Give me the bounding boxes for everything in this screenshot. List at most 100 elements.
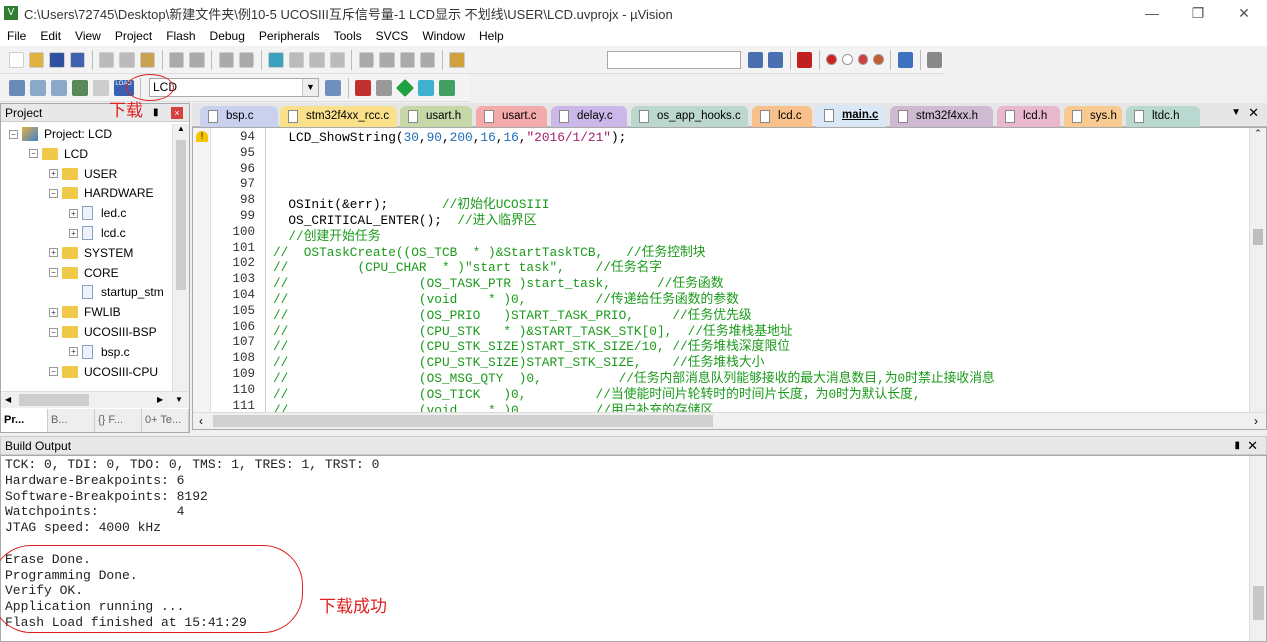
project-horizontal-scrollbar[interactable]: ◀ ▶ ▼ — [1, 391, 189, 408]
expand-icon[interactable]: + — [69, 347, 78, 357]
configure-icon[interactable] — [927, 51, 943, 68]
uncomment-icon[interactable] — [420, 51, 436, 68]
save-all-icon[interactable] — [69, 51, 85, 68]
select-packs-icon[interactable] — [376, 79, 392, 96]
collapse-icon[interactable]: − — [49, 188, 58, 198]
panel-tab-functions[interactable]: {} F... — [95, 409, 142, 432]
menu-peripherals[interactable]: Peripherals — [252, 29, 327, 43]
manage-project-icon[interactable] — [355, 79, 371, 96]
pin-icon[interactable]: ▮ — [153, 104, 159, 122]
panel-tab-templates[interactable]: 0+ Te... — [142, 409, 189, 432]
pin-icon[interactable]: ▮ — [1234, 437, 1240, 455]
pack-installer-icon[interactable] — [395, 78, 415, 97]
manage-rte-icon[interactable] — [418, 79, 434, 96]
tree-item[interactable]: + led.c — [69, 204, 126, 222]
tree-item[interactable]: − Project: LCD — [9, 125, 112, 143]
incremental-find-icon[interactable] — [767, 51, 784, 68]
editor-horizontal-scrollbar[interactable]: ‹ › — [193, 412, 1266, 429]
tab-usart-c[interactable]: usart.c — [476, 106, 547, 127]
scroll-thumb[interactable] — [19, 394, 89, 406]
menu-view[interactable]: View — [68, 29, 108, 43]
kill-breakpoints-icon[interactable] — [873, 54, 884, 65]
build-icon[interactable] — [29, 79, 46, 96]
navigate-forward-icon[interactable] — [239, 51, 255, 68]
menu-edit[interactable]: Edit — [33, 29, 68, 43]
menu-window[interactable]: Window — [415, 29, 472, 43]
tree-item[interactable]: startup_stm — [69, 283, 164, 301]
menu-project[interactable]: Project — [108, 29, 159, 43]
find-in-files-icon[interactable] — [449, 51, 465, 68]
tab-usart-h[interactable]: usart.h — [400, 106, 472, 127]
scroll-left-icon[interactable]: ◀ — [5, 395, 11, 404]
prev-bookmark-icon[interactable] — [288, 51, 305, 68]
next-bookmark-icon[interactable] — [309, 51, 325, 68]
collapse-icon[interactable]: − — [49, 268, 58, 278]
tree-item[interactable]: − UCOSIII-CPU — [49, 363, 158, 381]
tab-main-c[interactable]: main.c — [816, 105, 886, 127]
chevron-down-icon[interactable]: ▼ — [302, 79, 318, 96]
translate-icon[interactable] — [8, 79, 25, 96]
tab-stm32f4xx_rcc-c[interactable]: stm32f4xx_rcc.c — [280, 106, 397, 127]
collapse-icon[interactable]: − — [49, 367, 58, 377]
target-select[interactable]: LCD ▼ — [149, 78, 319, 97]
editor-vertical-scrollbar[interactable]: ⌃ — [1249, 128, 1266, 413]
expand-icon[interactable]: + — [69, 208, 78, 218]
window-layout-icon[interactable] — [897, 51, 914, 68]
comment-icon[interactable] — [399, 51, 416, 68]
redo-icon[interactable] — [189, 51, 205, 68]
menu-help[interactable]: Help — [472, 29, 511, 43]
output-vertical-scrollbar[interactable] — [1249, 456, 1266, 641]
scroll-thumb[interactable] — [1253, 229, 1263, 245]
tree-item[interactable]: − LCD — [29, 145, 88, 163]
disable-breakpoints-icon[interactable] — [857, 54, 869, 65]
menu-svcs[interactable]: SVCS — [369, 29, 416, 43]
restore-button[interactable]: ❐ — [1175, 0, 1221, 26]
navigate-back-icon[interactable] — [218, 51, 235, 68]
tree-item[interactable]: − CORE — [49, 264, 119, 282]
undo-icon[interactable] — [169, 51, 185, 68]
scroll-up-icon[interactable]: ⌃ — [1250, 128, 1266, 144]
insert-breakpoint-icon[interactable] — [826, 54, 838, 65]
tab-lcd-h[interactable]: lcd.h — [997, 106, 1060, 127]
options-for-target-icon[interactable] — [325, 79, 341, 96]
menu-file[interactable]: File — [0, 29, 33, 43]
scroll-right-icon[interactable]: ▶ — [157, 395, 163, 404]
tree-item[interactable]: + bsp.c — [69, 343, 130, 361]
clear-bookmarks-icon[interactable] — [329, 51, 345, 68]
tree-item[interactable]: + lcd.c — [69, 224, 126, 242]
build-output-panel[interactable]: TCK: 0, TDI: 0, TDO: 0, TMS: 1, TRES: 1,… — [0, 455, 1267, 642]
tree-item[interactable]: + USER — [49, 165, 117, 183]
scroll-thumb[interactable] — [1253, 586, 1264, 620]
scroll-left-icon[interactable]: ‹ — [199, 414, 203, 428]
find-icon[interactable] — [747, 51, 763, 68]
panel-tab-project[interactable]: Pr... — [1, 409, 48, 432]
scroll-up-icon[interactable]: ▲ — [173, 124, 189, 140]
insert-bookmark-icon[interactable] — [268, 51, 284, 68]
unindent-icon[interactable] — [379, 51, 395, 68]
project-vertical-scrollbar[interactable]: ▲ — [172, 124, 189, 392]
expand-icon[interactable]: + — [49, 169, 58, 179]
tab-os_app_hooks-c[interactable]: os_app_hooks.c — [631, 106, 748, 127]
menu-flash[interactable]: Flash — [159, 29, 202, 43]
tab-bsp-c[interactable]: bsp.c — [200, 106, 278, 127]
search-combo[interactable] — [607, 50, 742, 69]
expand-icon[interactable]: + — [69, 228, 78, 238]
tab-ltdc-h[interactable]: ltdc.h — [1126, 106, 1200, 127]
collapse-icon[interactable]: − — [49, 327, 58, 337]
cut-icon[interactable] — [98, 51, 115, 68]
tree-item[interactable]: − UCOSIII-BSP — [49, 323, 157, 341]
scroll-right-icon[interactable]: › — [1254, 414, 1258, 428]
run-time-environment-icon[interactable] — [439, 79, 455, 96]
expand-icon[interactable]: + — [49, 307, 58, 317]
paste-icon[interactable] — [139, 51, 156, 68]
batch-build-icon[interactable] — [71, 79, 88, 96]
menu-tools[interactable]: Tools — [327, 29, 369, 43]
tab-list-icon[interactable]: ▼ — [1231, 107, 1241, 118]
close-button[interactable]: ✕ — [1221, 0, 1267, 26]
code-editor[interactable]: ! 94 LCD_ShowString(30,90,200,16,16,"201… — [192, 127, 1267, 430]
close-tab-icon[interactable]: ✕ — [1248, 105, 1259, 121]
tree-item[interactable]: − HARDWARE — [49, 184, 154, 202]
collapse-icon[interactable]: − — [9, 129, 18, 139]
minimize-button[interactable]: — — [1129, 0, 1175, 26]
scroll-thumb[interactable] — [176, 140, 186, 290]
